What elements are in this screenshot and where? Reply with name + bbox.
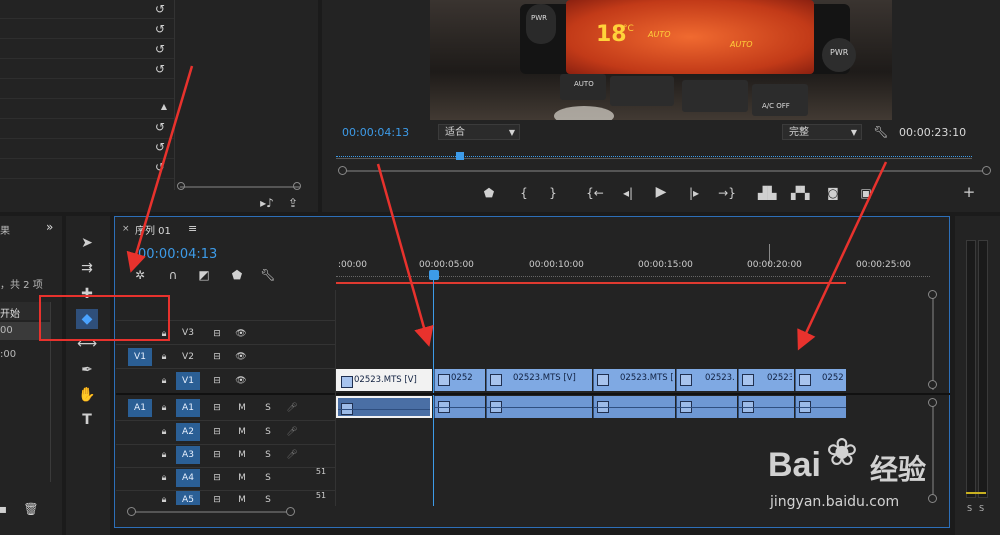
paw-icon: ❀ (826, 430, 858, 474)
watermark-logo: Bai ❀ 经验 jingyan.baidu.com (768, 430, 927, 510)
arrow (376, 163, 434, 347)
arrow (797, 161, 888, 351)
arrow (126, 65, 194, 273)
